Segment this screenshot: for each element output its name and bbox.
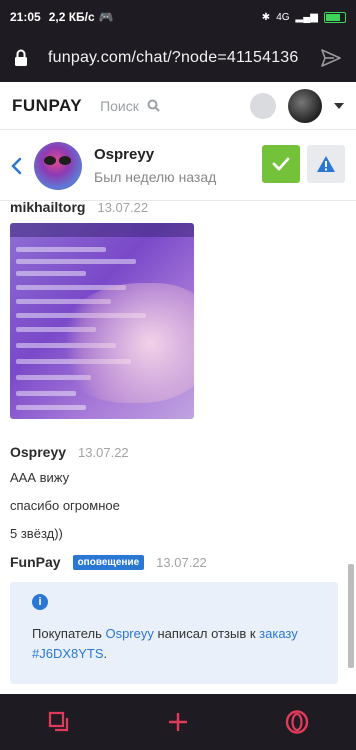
- order-link[interactable]: заказу: [259, 626, 298, 641]
- signal-icon: ▂▄▆: [295, 11, 318, 23]
- user-avatar[interactable]: [288, 88, 322, 123]
- warning-icon: [317, 156, 335, 172]
- message: Ospreyy 13.07.22 ААА вижу спасибо огромн…: [10, 444, 129, 541]
- battery-icon: [324, 11, 346, 23]
- url-text[interactable]: funpay.com/chat/?node=41154136: [48, 49, 314, 67]
- site-header: FUNPAY Поиск: [0, 82, 356, 130]
- notification-badge: оповещение: [72, 554, 145, 570]
- messages-icon[interactable]: [250, 92, 276, 119]
- buyer-link[interactable]: Ospreyy: [105, 626, 153, 641]
- funpay-logo[interactable]: FUNPAY: [12, 96, 82, 116]
- info-icon: i: [32, 594, 48, 610]
- send-icon[interactable]: [320, 47, 342, 69]
- opera-icon: [285, 710, 308, 734]
- gamepad-icon: 🎮: [98, 10, 114, 24]
- review-notice: i Покупатель Ospreyy написал отзыв к зак…: [10, 582, 338, 684]
- message-date: 13.07.22: [78, 445, 129, 460]
- search-icon[interactable]: [147, 99, 160, 112]
- status-time: 21:05: [10, 10, 41, 24]
- bluetooth-icon: ✱: [261, 11, 271, 23]
- tabs-icon: [49, 711, 69, 732]
- message: FunPay оповещение 13.07.22 i Покупатель …: [10, 554, 338, 684]
- new-tab-button[interactable]: [158, 702, 198, 742]
- notice-suffix: .: [103, 646, 108, 661]
- tabs-button[interactable]: [39, 702, 79, 742]
- peer-avatar[interactable]: [34, 141, 82, 190]
- network-label: 4G: [276, 11, 290, 23]
- message-author[interactable]: FunPay: [10, 554, 61, 570]
- logo-text: FUNPAY: [12, 95, 83, 115]
- back-icon[interactable]: [10, 156, 24, 176]
- status-bar: 21:05 2,2 КБ/с 🎮 ✱ 4G ▂▄▆: [0, 0, 356, 34]
- peer-status: Был неделю назад: [94, 169, 217, 185]
- browser-url-bar[interactable]: funpay.com/chat/?node=41154136: [0, 34, 356, 82]
- message-date: 13.07.22: [156, 554, 207, 570]
- order-id-link[interactable]: #J6DX8YTS: [32, 646, 104, 661]
- chevron-down-icon[interactable]: [334, 102, 344, 109]
- image-attachment[interactable]: [10, 223, 194, 419]
- message-text: 5 звёзд)): [10, 526, 63, 541]
- lock-icon: [15, 49, 27, 66]
- message-author[interactable]: mikhailtorg: [10, 202, 85, 215]
- status-speed: 2,2 КБ/с: [48, 10, 95, 24]
- message-author[interactable]: Ospreyy: [10, 444, 66, 460]
- chat-messages[interactable]: mikhailtorg 13.07.22 Ospreyy 13.07.22 АА…: [0, 202, 356, 694]
- notice-middle: написал отзыв к: [153, 626, 260, 641]
- confirm-button[interactable]: [262, 145, 300, 183]
- scrollbar[interactable]: [348, 564, 354, 668]
- search-box[interactable]: Поиск: [100, 98, 160, 114]
- notice-prefix: Покупатель: [32, 626, 106, 641]
- peer-name[interactable]: Ospreyy: [94, 146, 216, 163]
- message-text: спасибо огромное: [10, 498, 120, 513]
- check-icon: [272, 157, 290, 171]
- plus-icon: [168, 713, 187, 731]
- message-text: ААА вижу: [10, 470, 70, 485]
- opera-menu-button[interactable]: [277, 702, 317, 742]
- message-date: 13.07.22: [97, 202, 149, 215]
- message: mikhailtorg 13.07.22: [10, 202, 194, 419]
- search-input[interactable]: Поиск: [100, 98, 139, 114]
- report-button[interactable]: [307, 145, 345, 183]
- notice-text: Покупатель Ospreyy написал отзыв к заказ…: [32, 624, 316, 664]
- chat-header: Ospreyy Был неделю назад: [0, 131, 356, 201]
- browser-bottom-nav: [0, 694, 356, 750]
